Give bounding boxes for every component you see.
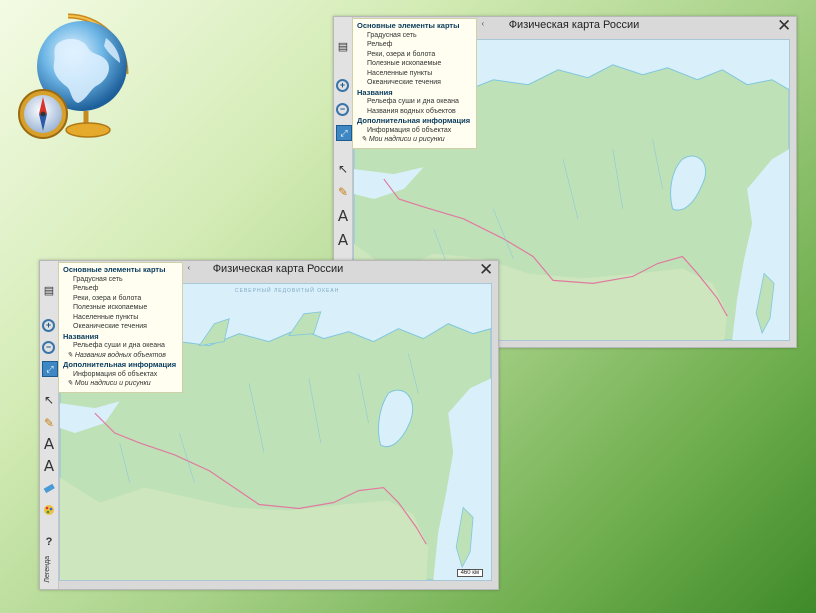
layer-item[interactable]: Населенные пункты: [63, 313, 176, 323]
zoom-in-icon[interactable]: +: [42, 319, 55, 332]
layer-item[interactable]: Океанические течения: [63, 322, 176, 332]
layer-item[interactable]: Названия водных объектов: [357, 107, 470, 117]
layer-section-header: Названия: [357, 87, 393, 97]
text-tool-icon[interactable]: A: [336, 207, 350, 225]
text-move-tool-icon[interactable]: A: [336, 231, 350, 249]
collapse-panel-icon[interactable]: ‹: [187, 263, 190, 273]
zoom-in-icon[interactable]: +: [336, 79, 349, 92]
zoom-out-icon[interactable]: −: [336, 103, 349, 116]
pencil-icon[interactable]: ✎: [336, 185, 350, 199]
help-icon[interactable]: ?: [42, 535, 56, 549]
layer-item[interactable]: Рельефа суши и дна океана: [357, 97, 470, 107]
close-button[interactable]: ✕: [777, 17, 791, 34]
layer-item[interactable]: Океанические течения: [357, 78, 470, 88]
layers-panel: ‹ Основные элементы карты Градусная сеть…: [58, 262, 190, 393]
layer-item-label: Названия водных объектов: [74, 351, 166, 359]
layer-item[interactable]: Населенные пункты: [357, 69, 470, 79]
layer-item[interactable]: Рельеф: [357, 40, 470, 50]
close-button[interactable]: ✕: [479, 261, 493, 278]
pencil-icon[interactable]: ✎: [42, 416, 56, 430]
pointer-icon[interactable]: ↖: [42, 393, 56, 407]
eraser-icon[interactable]: [42, 481, 56, 495]
legend-tab[interactable]: Легенда: [44, 556, 51, 583]
layer-item-water-names[interactable]: ✎ Названия водных объектов: [63, 351, 176, 361]
layer-item[interactable]: Полезные ископаемые: [63, 303, 176, 313]
layers-icon[interactable]: ▤: [42, 283, 56, 297]
layer-item[interactable]: Полезные ископаемые: [357, 59, 470, 69]
layer-item[interactable]: Рельефа суши и дна океана: [63, 341, 176, 351]
zoom-out-icon[interactable]: −: [42, 341, 55, 354]
scale-bar: 460 км: [456, 569, 483, 577]
fit-map-icon[interactable]: ⤢: [42, 361, 58, 377]
map-toolbar: ▤ + − ⤢ ↖ ✎ A A ? Легенда: [40, 261, 59, 589]
layer-section-header: Дополнительная информация: [63, 360, 177, 369]
fit-map-icon[interactable]: ⤢: [336, 125, 352, 141]
layer-item[interactable]: Информация об объектах: [357, 126, 470, 136]
ocean-label: СЕВЕРНЫЙ ЛЕДОВИТЫЙ ОКЕАН: [235, 288, 340, 294]
layer-item[interactable]: Информация об объектах: [63, 370, 176, 380]
layer-item-my-notes[interactable]: ✎ Мои надписи и рисунки: [63, 379, 176, 389]
layer-item-label: Мои надписи и рисунки: [74, 380, 151, 387]
layer-item[interactable]: Градусная сеть: [357, 31, 470, 41]
layer-item-my-notes[interactable]: ✎ Мои надписи и рисунки: [357, 135, 470, 145]
collapse-panel-icon[interactable]: ‹: [481, 19, 484, 29]
globe-compass-icon: [18, 13, 129, 139]
layer-section-header: Основные элементы карты: [357, 21, 460, 30]
map-window-front: ▤ + − ⤢ ↖ ✎ A A ? Легенда Физическая кар…: [39, 260, 499, 590]
layer-section-header: Дополнительная информация: [357, 116, 471, 125]
layer-item-label: Мои надписи и рисунки: [368, 136, 445, 143]
layer-section-header: Названия: [63, 331, 99, 341]
text-tool-icon[interactable]: A: [42, 435, 56, 453]
text-move-tool-icon[interactable]: A: [42, 457, 56, 475]
layer-section-header: Основные элементы карты: [63, 265, 166, 274]
layers-icon[interactable]: ▤: [336, 39, 350, 53]
layer-item[interactable]: Градусная сеть: [63, 275, 176, 285]
palette-icon[interactable]: [42, 503, 56, 517]
pointer-icon[interactable]: ↖: [336, 162, 350, 176]
layer-item[interactable]: Реки, озера и болота: [357, 50, 470, 60]
layer-item[interactable]: Рельеф: [63, 284, 176, 294]
layers-panel: ‹ Основные элементы карты Градусная сеть…: [352, 18, 484, 149]
layer-item[interactable]: Реки, озера и болота: [63, 294, 176, 304]
